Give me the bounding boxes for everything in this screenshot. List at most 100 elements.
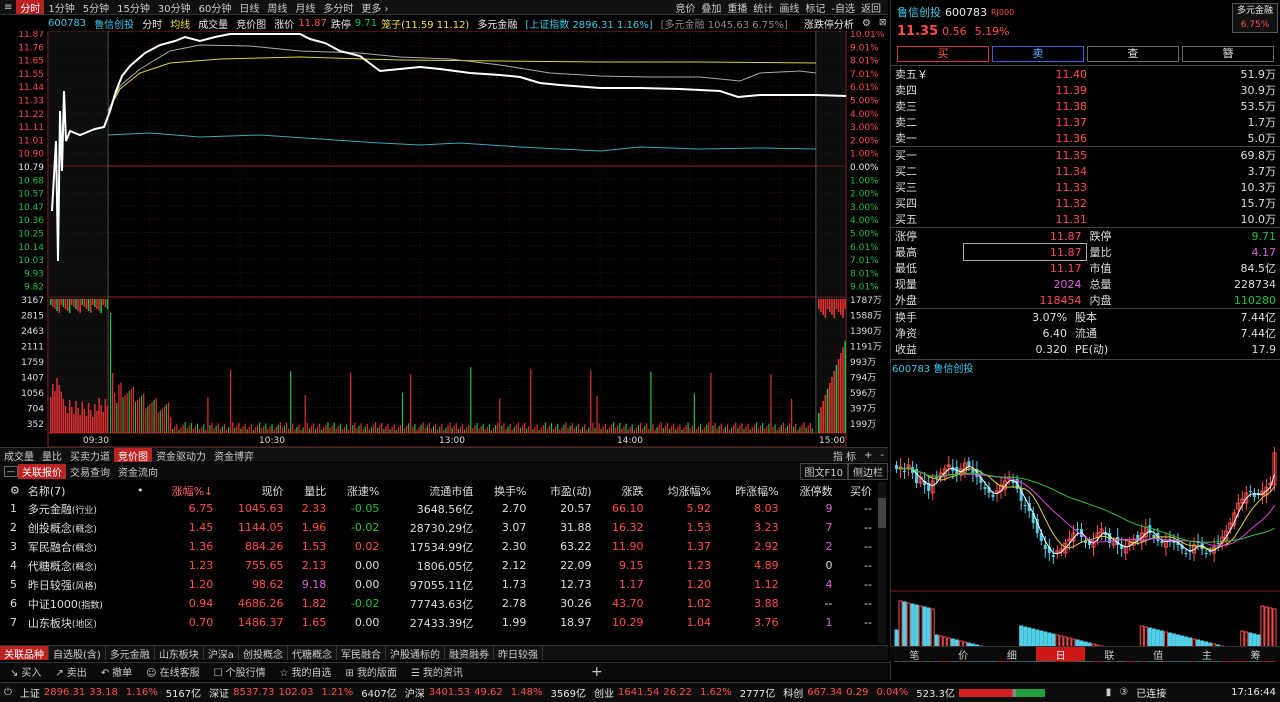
bottom-tab[interactable]: 军民融合 (337, 646, 386, 660)
column-header[interactable]: 名称(7) (24, 482, 133, 499)
column-settings-icon[interactable]: ⚙ (6, 482, 24, 499)
bottom-tab[interactable]: 自选股(含) (49, 646, 106, 660)
tab-multi-intraday[interactable]: 多分时 (319, 0, 357, 15)
legend-auction[interactable]: 竞价图 (232, 16, 270, 31)
tab-30min[interactable]: 30分钟 (154, 0, 195, 15)
bids-row[interactable]: 买二 11.34 3.7万 (891, 163, 1280, 179)
bids-row[interactable]: 买四 11.32 15.7万 (891, 195, 1280, 211)
tab-5min[interactable]: 5分钟 (79, 0, 113, 15)
tab-monthly[interactable]: 月线 (291, 0, 319, 15)
menu-icon[interactable]: ≡ (0, 2, 16, 13)
tab-capital-drive[interactable]: 资金驱动力 (152, 448, 210, 463)
query-button[interactable]: 查 (1087, 46, 1179, 62)
power-icon[interactable]: ⏻ (0, 687, 16, 698)
quote-tab[interactable]: 值 (1134, 647, 1183, 662)
bids-row[interactable]: 买一 11.35 69.8万 (891, 147, 1280, 164)
remove-indicator-button[interactable]: - (876, 450, 888, 461)
tab-weekly[interactable]: 周线 (263, 0, 291, 15)
column-header[interactable]: 昨涨幅% (715, 482, 783, 499)
table-row[interactable]: 2 创投概念(概念) 1.45 1144.05 1.96 -0.02 28730.29亿 3.… (6, 518, 876, 537)
tab-15min[interactable]: 15分钟 (113, 0, 154, 15)
table-scrollbar[interactable] (878, 482, 886, 644)
column-header[interactable]: 涨速% (330, 482, 383, 499)
column-header[interactable]: 流通市值 (383, 482, 477, 499)
action-quote[interactable]: ☐ 个股行情 (204, 664, 270, 679)
quote-tab[interactable]: 笔 (890, 647, 939, 662)
tab-intraday[interactable]: 分时 (16, 0, 45, 14)
tab-capital-game[interactable]: 资金博弈 (210, 448, 258, 463)
tab-more[interactable]: 更多 › (357, 0, 392, 15)
bottom-tab[interactable]: 昨日较强 (494, 646, 543, 660)
table-row[interactable]: 7 山东板块(地区) 0.70 1486.37 1.65 0.00 27433.39亿 1.9… (6, 613, 876, 632)
tool-mark[interactable]: 标记 (802, 0, 828, 15)
asks-row[interactable]: 卖二 11.37 1.7万 (891, 114, 1280, 130)
table-row[interactable]: 6 中证1000(指数) 0.94 4686.26 1.82 -0.02 77743.63亿… (6, 594, 876, 613)
action-sell[interactable]: ↗ 卖出 (45, 664, 90, 679)
column-header[interactable]: 现价 (217, 482, 287, 499)
asks-row[interactable]: 卖四 11.39 30.9万 (891, 82, 1280, 98)
sidebar-button[interactable]: 侧边栏 (848, 463, 888, 480)
action-service[interactable]: ☺ 在线客服 (136, 664, 203, 679)
tool-replay[interactable]: 重播 (724, 0, 750, 15)
bottom-tab[interactable]: 融资融券 (445, 646, 494, 660)
tab-1min[interactable]: 1分钟 (44, 0, 78, 15)
settings-icon[interactable]: ⚙ (858, 18, 875, 29)
rp-sector-box[interactable]: 多元金融 6.75% (1232, 3, 1278, 33)
minus-icon[interactable]: — (4, 466, 18, 477)
action-layout[interactable]: ⊞ 我的版面 (336, 664, 401, 679)
daily-kline-chart[interactable] (891, 373, 1280, 663)
tab-volume[interactable]: 成交量 (0, 448, 38, 463)
legend-volume[interactable]: 成交量 (194, 16, 232, 31)
table-row[interactable]: 4 代糖概念(概念) 1.23 755.65 2.13 0.00 1806.05亿 2.12 2… (6, 556, 876, 575)
quote-tab[interactable]: 细 (988, 647, 1037, 662)
close-icon[interactable]: ⊠ (875, 18, 888, 28)
bottom-tab[interactable]: 沪股通标的 (386, 646, 445, 660)
action-news[interactable]: ☰ 我的资讯 (401, 664, 467, 679)
asks-row[interactable]: 卖三 11.38 53.5万 (891, 98, 1280, 114)
column-header[interactable]: 涨跌 (596, 482, 648, 499)
tool-remove-watch[interactable]: -自选 (828, 0, 858, 15)
tool-draw[interactable]: 画线 (776, 0, 802, 15)
column-header[interactable]: 量比 (288, 482, 331, 499)
action-cancel[interactable]: ↶ 撤单 (91, 664, 136, 679)
intraday-chart[interactable]: 11.87 10.01% 11.76 9.01% 11.65 8.01% 11.55 7.01… (0, 31, 888, 447)
legend-avg[interactable]: 均线 (166, 16, 194, 31)
bottom-tab[interactable]: 山东板块 (155, 646, 204, 660)
table-row[interactable]: 3 军民融合(概念) 1.36 884.26 1.53 0.02 17534.99亿 2.30… (6, 537, 876, 556)
table-row[interactable]: 5 昨日较强(风格) 1.20 98.62 9.18 0.00 97055.11亿 1.73 1… (6, 575, 876, 594)
asks-row[interactable]: 卖一 11.36 5.0万 (891, 130, 1280, 146)
column-header[interactable]: • (133, 482, 152, 499)
column-header[interactable]: 换手% (477, 482, 530, 499)
bottom-tab[interactable]: 沪深a (204, 646, 239, 660)
tab-auction-chart[interactable]: 竞价图 (114, 448, 152, 462)
column-header[interactable]: 市盈(动) (530, 482, 595, 499)
bottom-tab[interactable]: 创投概念 (239, 646, 288, 660)
table-row[interactable]: 1 多元金融(行业) 6.75 1045.63 2.33 -0.05 3648.56亿 2.7… (6, 499, 876, 518)
asks-row[interactable]: 卖五￥ 11.40 51.9万 (891, 66, 1280, 83)
tab-related-quotes[interactable]: 关联报价 (18, 464, 66, 479)
column-header[interactable]: 涨幅%↓ (152, 482, 217, 499)
bids-row[interactable]: 买五 11.31 10.0万 (891, 211, 1280, 227)
bottom-tab[interactable]: 多元金融 (106, 646, 155, 660)
tool-auction[interactable]: 竞价 (672, 0, 698, 15)
quote-tab[interactable]: 价 (939, 647, 988, 662)
add-indicator-button[interactable]: + (860, 450, 876, 461)
tool-overlay[interactable]: 叠加 (698, 0, 724, 15)
quote-tab[interactable]: 筹 (1231, 647, 1280, 662)
server-icon[interactable]: ③ (1115, 687, 1132, 698)
tab-60min[interactable]: 60分钟 (195, 0, 236, 15)
tab-volume-ratio[interactable]: 量比 (38, 448, 66, 463)
column-header[interactable]: 买价 (837, 482, 877, 499)
action-buy[interactable]: ↘ 买入 (0, 664, 45, 679)
column-header[interactable]: 涨停数 (783, 482, 837, 499)
indicator-button[interactable]: 指 标 (829, 448, 860, 463)
quote-tab[interactable]: 日 (1036, 647, 1085, 662)
f10-button[interactable]: 图文F10 (799, 463, 848, 480)
tab-buy-sell-force[interactable]: 买卖力道 (66, 448, 114, 463)
quote-tab[interactable]: 主 (1183, 647, 1232, 662)
bids-row[interactable]: 买三 11.33 10.3万 (891, 179, 1280, 195)
quote-tab[interactable]: 联 (1085, 647, 1134, 662)
action-star[interactable]: ☆ 我的自选 (270, 664, 336, 679)
tool-back[interactable]: 返回 (858, 0, 884, 15)
add-icon[interactable]: + (587, 664, 607, 680)
